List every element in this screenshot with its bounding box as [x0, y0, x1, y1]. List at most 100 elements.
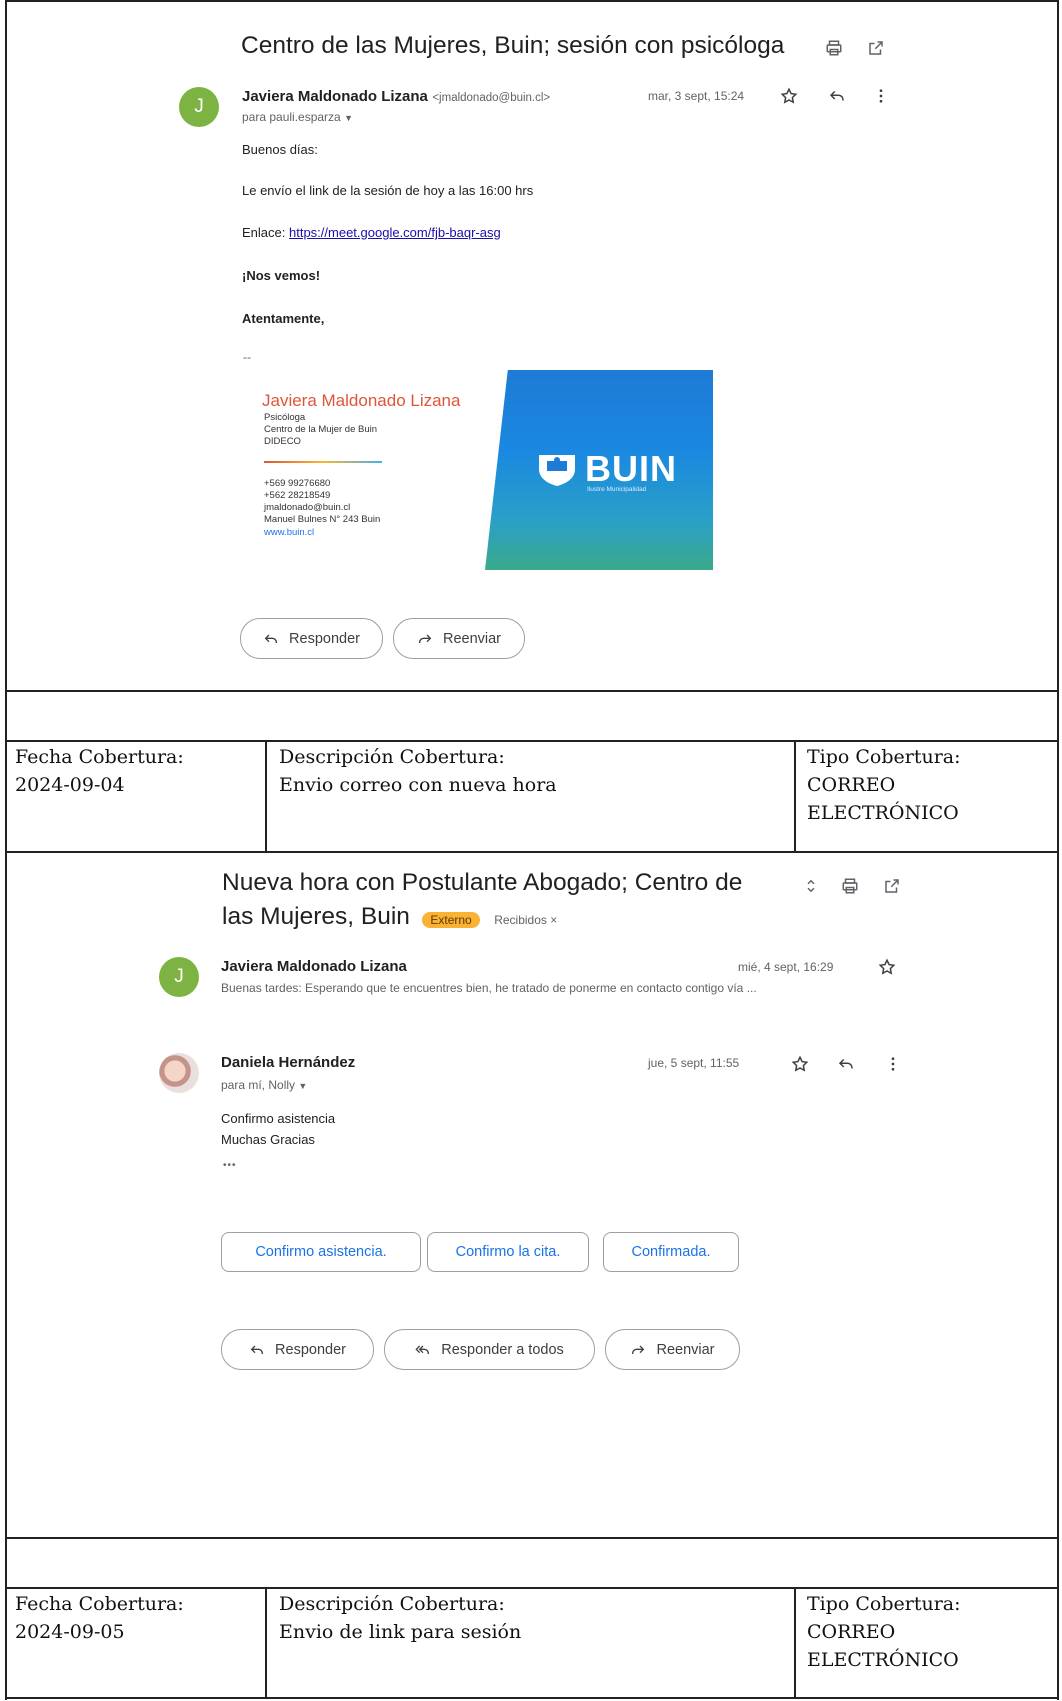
email-closing: Atentamente,	[242, 311, 325, 326]
more-options-icon[interactable]	[869, 84, 893, 108]
fecha-value: 2024-09-04	[15, 774, 125, 796]
descripcion-label: Descripción Cobertura:	[279, 746, 505, 768]
sender-avatar[interactable]	[159, 1053, 199, 1093]
sender-line: Javiera Maldonado Lizana <jmaldonado@bui…	[242, 88, 550, 106]
forward-button-label: Reenviar	[656, 1341, 715, 1358]
fecha-value: 2024-09-05	[15, 1621, 125, 1643]
smart-reply-chip[interactable]: Confirmo asistencia.	[221, 1232, 421, 1272]
column-divider	[794, 740, 796, 851]
email-subject: Nueva hora con Postulante Abogado; Centr…	[222, 869, 743, 896]
star-icon[interactable]	[777, 84, 801, 108]
table-bottom-border	[7, 1697, 1057, 1699]
print-icon[interactable]	[822, 36, 846, 60]
chevron-down-icon: ▼	[298, 1081, 308, 1091]
buin-logo-text: BUIN	[585, 448, 677, 489]
reply-all-icon	[415, 1345, 430, 1354]
external-badge: Externo	[422, 911, 480, 928]
signature-name: Javiera Maldonado Lizana	[262, 391, 461, 410]
sender-name[interactable]: Javiera Maldonado Lizana	[221, 958, 407, 975]
section-divider	[7, 690, 1057, 692]
more-options-icon[interactable]	[881, 1052, 905, 1076]
tipo-value: ELECTRÓNICO	[807, 1649, 959, 1671]
chevron-down-icon: ▼	[344, 113, 353, 123]
municipality-crest-icon	[539, 455, 575, 486]
sender-avatar[interactable]: J	[179, 87, 219, 127]
sender-email: <jmaldonado@buin.cl>	[432, 92, 551, 104]
signature-divider	[264, 461, 382, 463]
column-divider	[265, 740, 267, 851]
link-label: Enlace:	[242, 225, 286, 240]
reply-all-button-label: Responder a todos	[441, 1341, 564, 1358]
reply-icon[interactable]	[825, 84, 849, 108]
signature-website[interactable]: www.buin.cl	[264, 527, 314, 539]
email-subject-line2: las Mujeres, Buin Externo Recibidos ×	[222, 903, 557, 931]
reply-button-label: Responder	[275, 1341, 346, 1358]
email-body-line: Le envío el link de la sesión de hoy a l…	[242, 183, 534, 198]
column-divider	[794, 1587, 796, 1697]
top-border	[7, 0, 1057, 2]
signature-email[interactable]: jmaldonado@buin.cl	[264, 502, 350, 514]
expand-collapse-icon[interactable]	[799, 874, 823, 898]
sender-name[interactable]: Daniela Hernández	[221, 1054, 355, 1071]
email-date: mar, 3 sept, 15:24	[648, 89, 745, 103]
descripcion-value: Envio de link para sesión	[279, 1621, 522, 1643]
sender-avatar[interactable]: J	[159, 957, 199, 997]
reply-button-label: Responder	[289, 630, 360, 647]
star-icon[interactable]	[788, 1052, 812, 1076]
table-top-border	[7, 740, 1057, 742]
message-snippet[interactable]: Buenas tardes: Esperando que te encuentr…	[221, 981, 901, 995]
forward-button[interactable]: Reenviar	[605, 1329, 740, 1370]
buin-logo: BUIN	[535, 448, 677, 490]
tipo-value: ELECTRÓNICO	[807, 802, 959, 824]
reply-icon[interactable]	[834, 1052, 858, 1076]
table-top-border	[7, 1587, 1057, 1589]
tipo-value: CORREO	[807, 774, 896, 796]
tipo-label: Tipo Cobertura:	[807, 746, 961, 768]
email-subject-cont: las Mujeres, Buin	[222, 903, 410, 930]
banner-subtext: Ilustre Municipalidad	[587, 486, 647, 493]
signature-phone: +569 99276680	[264, 478, 331, 489]
descripcion-label: Descripción Cobertura:	[279, 1593, 505, 1615]
forward-button-label: Reenviar	[442, 630, 502, 647]
fecha-label: Fecha Cobertura:	[15, 746, 184, 768]
tipo-label: Tipo Cobertura:	[807, 1593, 961, 1615]
show-trimmed-content[interactable]: •••	[223, 1160, 237, 1171]
email-date: mié, 4 sept, 16:29	[738, 960, 834, 974]
open-new-window-icon[interactable]	[880, 874, 904, 898]
forward-icon	[418, 634, 432, 643]
email-body-line: Confirmo asistencia	[221, 1111, 336, 1126]
reply-button[interactable]: Responder	[221, 1329, 374, 1370]
star-icon[interactable]	[875, 955, 899, 979]
forward-icon	[632, 1345, 645, 1354]
table-bottom-border	[7, 851, 1057, 853]
email-greeting: Buenos días:	[242, 142, 318, 157]
smart-reply-chip[interactable]: Confirmada.	[603, 1232, 739, 1272]
smart-reply-chip[interactable]: Confirmo la cita.	[427, 1232, 589, 1272]
signature-phone: +562 28218549	[264, 490, 331, 501]
open-new-window-icon[interactable]	[864, 36, 888, 60]
signature-separator: --	[243, 350, 251, 364]
forward-button[interactable]: Reenviar	[393, 618, 525, 659]
fecha-label: Fecha Cobertura:	[15, 1593, 184, 1615]
tipo-value: CORREO	[807, 1621, 896, 1643]
column-divider	[265, 1587, 267, 1697]
signature-role: Psicóloga	[264, 412, 306, 423]
print-icon[interactable]	[838, 874, 862, 898]
email-closing: ¡Nos vemos!	[242, 268, 321, 283]
descripcion-value: Envio correo con nueva hora	[279, 774, 557, 796]
reply-icon	[250, 1345, 264, 1354]
reply-button[interactable]: Responder	[240, 618, 383, 659]
recipient-line[interactable]: para pauli.esparza ▼	[242, 110, 353, 124]
reply-icon	[264, 634, 278, 643]
signature-address: Manuel Bulnes N° 243 Buin	[264, 514, 381, 525]
email-body-line: Muchas Gracias	[221, 1132, 315, 1147]
email-date: jue, 5 sept, 11:55	[648, 1056, 740, 1070]
sender-name[interactable]: Javiera Maldonado Lizana	[242, 88, 428, 105]
recipient-text: para mí, Nolly	[221, 1078, 296, 1092]
inbox-label-chip[interactable]: Recibidos ×	[494, 913, 557, 927]
recipient-line[interactable]: para mí, Nolly ▼	[221, 1078, 307, 1092]
reply-all-button[interactable]: Responder a todos	[384, 1329, 595, 1370]
meet-link[interactable]: https://meet.google.com/fjb-baqr-asg	[289, 225, 501, 240]
signature-dept: DIDECO	[264, 436, 301, 447]
document-page: Centro de las Mujeres, Buin; sesión con …	[5, 0, 1059, 1700]
